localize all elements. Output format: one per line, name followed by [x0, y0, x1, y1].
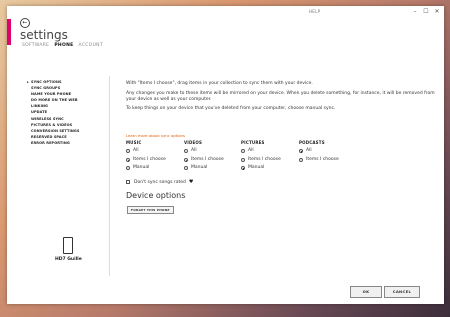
dont-sync-rated-row[interactable]: Don't sync songs rated ♥ [126, 179, 193, 185]
option-label: Items I choose [306, 156, 339, 162]
sync-options-panel: With "Items I choose", drag items in you… [126, 81, 436, 214]
settings-window: HELP – ☐ ✕ ← settings SOFTWARE PHONE ACC… [7, 6, 444, 304]
dont-sync-label: Don't sync songs rated [134, 179, 186, 185]
radio-icon[interactable] [126, 157, 130, 162]
dont-sync-checkbox[interactable] [126, 180, 130, 184]
forget-phone-button[interactable]: FORGET THIS PHONE [127, 206, 174, 214]
radio-option[interactable]: Items I choose [184, 156, 224, 165]
radio-icon[interactable] [126, 166, 130, 171]
radio-option[interactable]: All [241, 147, 281, 156]
minimize-icon[interactable]: – [412, 8, 418, 15]
tab-bar: SOFTWARE PHONE ACCOUNT [22, 43, 103, 48]
radio-option[interactable]: Items I choose [299, 156, 339, 165]
device-options-heading: Device options [126, 191, 186, 200]
column-header: PODCASTS [299, 140, 325, 145]
option-label: All [306, 148, 312, 153]
manual-sync-paragraph: To keep things on your device that you'v… [126, 106, 336, 112]
option-label: All [248, 148, 254, 153]
radio-icon[interactable] [184, 166, 188, 171]
page-title: settings [20, 28, 68, 42]
radio-icon[interactable] [184, 157, 188, 162]
mirror-paragraph: Any changes you make to these items will… [126, 90, 435, 102]
radio-icon[interactable] [241, 149, 245, 154]
music-options: MUSIC All Items I choose Manual [126, 140, 166, 173]
radio-icon[interactable] [241, 157, 245, 162]
cancel-button[interactable]: CANCEL [384, 286, 420, 298]
radio-icon[interactable] [184, 149, 188, 154]
option-label: Manual [133, 165, 150, 171]
radio-icon[interactable] [241, 166, 245, 171]
radio-icon[interactable] [126, 149, 130, 154]
radio-option[interactable]: Items I choose [241, 156, 281, 165]
intro-paragraph: With "Items I choose", drag items in you… [126, 81, 313, 86]
close-icon[interactable]: ✕ [434, 8, 440, 15]
sidebar-nav: SYNC OPTIONS SYNC GROUPS NAME YOUR PHONE… [31, 79, 80, 146]
radio-option[interactable]: All [299, 147, 339, 156]
option-label: All [133, 148, 139, 153]
sidebar-item-error-reporting[interactable]: ERROR REPORTING [31, 140, 80, 146]
sidebar-item-conversion-settings[interactable]: CONVERSION SETTINGS [31, 128, 80, 134]
radio-option[interactable]: All [184, 147, 224, 156]
videos-options: VIDEOS All Items I choose Manual [184, 140, 224, 173]
radio-option[interactable]: All [126, 147, 166, 156]
brand-accent-bar [7, 19, 11, 45]
tab-account[interactable]: ACCOUNT [79, 43, 103, 48]
podcasts-options: PODCASTS All Items I choose [299, 140, 339, 164]
ok-button[interactable]: OK [350, 286, 382, 298]
radio-option[interactable]: Manual [126, 164, 166, 173]
option-label: All [191, 148, 197, 153]
window-controls: – ☐ ✕ [412, 8, 440, 15]
option-label: Items I choose [133, 156, 166, 162]
option-label: Items I choose [248, 156, 281, 162]
radio-option[interactable]: Manual [184, 164, 224, 173]
column-header: PICTURES [241, 140, 265, 145]
sidebar-divider [109, 76, 110, 276]
column-header: MUSIC [126, 140, 142, 145]
back-arrow-icon[interactable]: ← [20, 18, 30, 28]
sidebar-item-pictures-videos[interactable]: PICTURES & VIDEOS [31, 122, 80, 128]
tab-software[interactable]: SOFTWARE [22, 43, 49, 48]
tab-phone[interactable]: PHONE [54, 43, 73, 48]
phone-icon [63, 237, 73, 254]
broken-heart-icon: ♥ [188, 179, 194, 185]
radio-icon[interactable] [299, 157, 303, 162]
learn-more-link[interactable]: Learn more about sync options [126, 133, 185, 138]
phone-name: HD7 Guille [55, 257, 82, 262]
radio-option[interactable]: Items I choose [126, 156, 166, 165]
maximize-icon[interactable]: ☐ [423, 8, 429, 15]
option-label: Manual [248, 165, 265, 171]
help-link[interactable]: HELP [309, 9, 320, 14]
pictures-options: PICTURES All Items I choose Manual [241, 140, 281, 173]
column-header: VIDEOS [184, 140, 203, 145]
radio-option[interactable]: Manual [241, 164, 281, 173]
option-label: Manual [191, 165, 208, 171]
option-label: Items I choose [191, 156, 224, 162]
radio-icon[interactable] [299, 149, 303, 154]
